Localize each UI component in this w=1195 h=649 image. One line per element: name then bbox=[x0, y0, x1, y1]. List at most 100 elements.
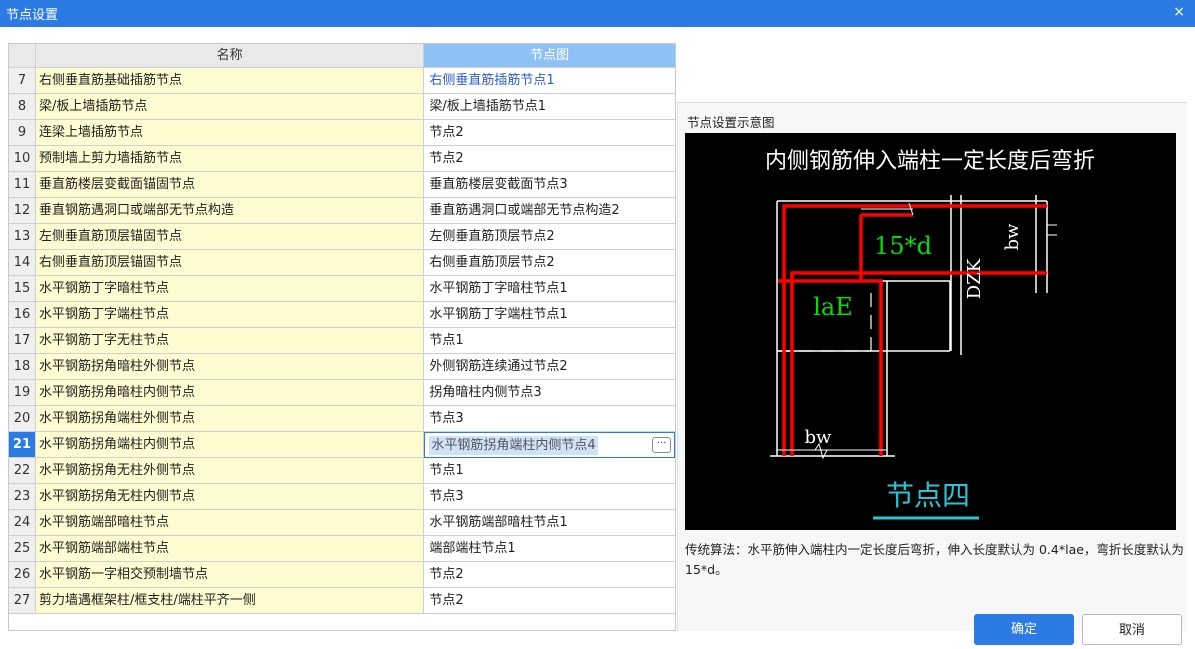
node-cell[interactable]: 水平钢筋端部暗柱节点1 bbox=[424, 510, 675, 536]
table-row[interactable]: 24 水平钢筋端部暗柱节点 水平钢筋端部暗柱节点1 bbox=[9, 510, 675, 536]
table-row[interactable]: 19 水平钢筋拐角暗柱内侧节点 拐角暗柱内侧节点3 bbox=[9, 380, 675, 406]
name-cell[interactable]: 水平钢筋拐角无柱内侧节点 bbox=[35, 484, 425, 510]
row-number[interactable]: 9 bbox=[9, 120, 36, 146]
table-row[interactable]: 20 水平钢筋拐角端柱外侧节点 节点3 bbox=[9, 406, 675, 432]
algorithm-description: 传统算法：水平筋伸入端柱内一定长度后弯折，伸入长度默认为 0.4*lae，弯折长… bbox=[685, 542, 1184, 577]
node-cell[interactable]: 右侧垂直筋插筋节点1 bbox=[424, 68, 675, 94]
node-cell[interactable]: 垂直筋遇洞口或端部无节点构造2 bbox=[424, 198, 675, 224]
row-number[interactable]: 7 bbox=[9, 68, 36, 94]
node-cell[interactable]: 端部端柱节点1 bbox=[424, 536, 675, 562]
table-row[interactable]: 15 水平钢筋丁字暗柱节点 水平钢筋丁字暗柱节点1 bbox=[9, 276, 675, 302]
row-number[interactable]: 10 bbox=[9, 146, 36, 172]
name-cell[interactable]: 水平钢筋拐角端柱内侧节点 bbox=[35, 432, 425, 458]
table-header: 名称 节点图 bbox=[9, 44, 675, 68]
row-number[interactable]: 24 bbox=[9, 510, 36, 536]
row-number[interactable]: 13 bbox=[9, 224, 36, 250]
table-row[interactable]: 27 剪力墙遇框架柱/框支柱/端柱平齐一侧 节点2 bbox=[9, 588, 675, 614]
table-row[interactable]: 26 水平钢筋一字相交预制墙节点 节点2 bbox=[9, 562, 675, 588]
name-cell[interactable]: 水平钢筋拐角暗柱外侧节点 bbox=[35, 354, 425, 380]
table-row[interactable]: 16 水平钢筋丁字端柱节点 水平钢筋丁字端柱节点1 bbox=[9, 302, 675, 328]
node-column-header[interactable]: 节点图 bbox=[424, 44, 675, 68]
name-cell[interactable]: 预制墙上剪力墙插筋节点 bbox=[35, 146, 425, 172]
dialog-body: 名称 节点图 7 右侧垂直筋基础插筋节点 右侧垂直筋插筋节点1 8 梁/板上墙插筋节点梁… bbox=[0, 27, 1195, 649]
name-cell[interactable]: 水平钢筋拐角暗柱内侧节点 bbox=[35, 380, 425, 406]
node-cell-input[interactable]: 水平钢筋拐角端柱内侧节点4 bbox=[429, 436, 598, 455]
table-row[interactable]: 10 预制墙上剪力墙插筋节点 节点2 bbox=[9, 146, 675, 172]
name-cell[interactable]: 水平钢筋丁字无柱节点 bbox=[35, 328, 425, 354]
row-number[interactable]: 20 bbox=[9, 406, 36, 432]
name-cell[interactable]: 右侧垂直筋基础插筋节点 bbox=[35, 68, 425, 94]
node-cell[interactable]: 水平钢筋丁字暗柱节点1 bbox=[424, 276, 675, 302]
row-number[interactable]: 25 bbox=[9, 536, 36, 562]
node-cell[interactable]: 节点2 bbox=[424, 588, 675, 614]
node-cell[interactable]: 节点1 bbox=[424, 328, 675, 354]
row-number[interactable]: 27 bbox=[9, 588, 36, 614]
name-cell[interactable]: 垂直钢筋遇洞口或端部无节点构造 bbox=[35, 198, 425, 224]
row-number[interactable]: 15 bbox=[9, 276, 36, 302]
more-options-icon[interactable]: ··· bbox=[652, 437, 671, 453]
name-cell[interactable]: 连梁上墙插筋节点 bbox=[35, 120, 425, 146]
cancel-button[interactable]: 取消 bbox=[1082, 614, 1182, 645]
node-cell[interactable]: 外侧钢筋连续通过节点2 bbox=[424, 354, 675, 380]
preview-panel: 节点设置示意图 内侧钢筋伸入端柱一定长度后弯折 15*d laE DZK bw … bbox=[677, 103, 1187, 631]
table-row[interactable]: 17 水平钢筋丁字无柱节点 节点1 bbox=[9, 328, 675, 354]
node-cell[interactable]: 节点2 bbox=[424, 146, 675, 172]
name-cell[interactable]: 水平钢筋端部端柱节点 bbox=[35, 536, 425, 562]
row-number[interactable]: 21 bbox=[9, 432, 36, 458]
title-bar: 节点设置 × bbox=[0, 0, 1195, 27]
name-cell[interactable]: 剪力墙遇框架柱/框支柱/端柱平齐一侧 bbox=[35, 588, 425, 614]
table-row[interactable]: 9 连梁上墙插筋节点 节点2 bbox=[9, 120, 675, 146]
table-row[interactable]: 8 梁/板上墙插筋节点 梁/板上墙插筋节点1 bbox=[9, 94, 675, 120]
table-row[interactable]: 25 水平钢筋端部端柱节点 端部端柱节点1 bbox=[9, 536, 675, 562]
name-cell[interactable]: 水平钢筋丁字端柱节点 bbox=[35, 302, 425, 328]
name-column-header[interactable]: 名称 bbox=[35, 44, 425, 68]
row-number[interactable]: 11 bbox=[9, 172, 36, 198]
name-cell[interactable]: 水平钢筋一字相交预制墙节点 bbox=[35, 562, 425, 588]
row-number[interactable]: 26 bbox=[9, 562, 36, 588]
node-cell[interactable]: 梁/板上墙插筋节点1 bbox=[424, 94, 675, 120]
node-cell[interactable]: 节点3 bbox=[424, 406, 675, 432]
row-number[interactable]: 8 bbox=[9, 94, 36, 120]
row-number[interactable]: 14 bbox=[9, 250, 36, 276]
row-number[interactable]: 23 bbox=[9, 484, 36, 510]
node-cell[interactable]: 拐角暗柱内侧节点3 bbox=[424, 380, 675, 406]
row-number[interactable]: 16 bbox=[9, 302, 36, 328]
name-cell[interactable]: 垂直筋楼层变截面锚固节点 bbox=[35, 172, 425, 198]
node-cell[interactable]: 左侧垂直筋顶层节点2 bbox=[424, 224, 675, 250]
table-row[interactable]: 12 垂直钢筋遇洞口或端部无节点构造 垂直筋遇洞口或端部无节点构造2 bbox=[9, 198, 675, 224]
table-row[interactable]: 14 右侧垂直筋顶层锚固节点 右侧垂直筋顶层节点2 bbox=[9, 250, 675, 276]
table-row[interactable]: 18 水平钢筋拐角暗柱外侧节点 外侧钢筋连续通过节点2 bbox=[9, 354, 675, 380]
node-cell[interactable]: 节点2 bbox=[424, 120, 675, 146]
node-cell-editor[interactable]: 水平钢筋拐角端柱内侧节点4 ··· bbox=[424, 432, 675, 458]
name-cell[interactable]: 左侧垂直筋顶层锚固节点 bbox=[35, 224, 425, 250]
ok-button[interactable]: 确定 bbox=[974, 614, 1074, 645]
name-cell[interactable]: 右侧垂直筋顶层锚固节点 bbox=[35, 250, 425, 276]
name-cell[interactable]: 梁/板上墙插筋节点 bbox=[35, 94, 425, 120]
window-title: 节点设置 bbox=[6, 8, 59, 23]
name-cell[interactable]: 水平钢筋丁字暗柱节点 bbox=[35, 276, 425, 302]
row-number[interactable]: 19 bbox=[9, 380, 36, 406]
table-row[interactable]: 23 水平钢筋拐角无柱内侧节点 节点3 bbox=[9, 484, 675, 510]
row-number[interactable]: 18 bbox=[9, 354, 36, 380]
close-icon[interactable]: × bbox=[1173, 4, 1185, 20]
table-row[interactable]: 13 左侧垂直筋顶层锚固节点 左侧垂直筋顶层节点2 bbox=[9, 224, 675, 250]
name-cell[interactable]: 水平钢筋拐角无柱外侧节点 bbox=[35, 458, 425, 484]
name-cell[interactable]: 水平钢筋端部暗柱节点 bbox=[35, 510, 425, 536]
table-row[interactable]: 21 水平钢筋拐角端柱内侧节点 水平钢筋拐角端柱内侧节点4 ··· bbox=[9, 432, 675, 458]
label-bw-bottom: bw bbox=[805, 427, 833, 448]
table-row[interactable]: 11 垂直筋楼层变截面锚固节点 垂直筋楼层变截面节点3 bbox=[9, 172, 675, 198]
node-cell[interactable]: 水平钢筋丁字端柱节点1 bbox=[424, 302, 675, 328]
row-number[interactable]: 17 bbox=[9, 328, 36, 354]
name-cell[interactable]: 水平钢筋拐角端柱外侧节点 bbox=[35, 406, 425, 432]
node-diagram: 内侧钢筋伸入端柱一定长度后弯折 15*d laE DZK bw bw 节点四 bbox=[685, 133, 1176, 530]
node-cell[interactable]: 节点1 bbox=[424, 458, 675, 484]
node-cell[interactable]: 节点3 bbox=[424, 484, 675, 510]
table-row[interactable]: 7 右侧垂直筋基础插筋节点 右侧垂直筋插筋节点1 bbox=[9, 68, 675, 94]
row-number[interactable]: 22 bbox=[9, 458, 36, 484]
row-number[interactable]: 12 bbox=[9, 198, 36, 224]
node-cell[interactable]: 垂直筋楼层变截面节点3 bbox=[424, 172, 675, 198]
diagram-caption: 节点四 bbox=[886, 479, 970, 512]
node-cell[interactable]: 右侧垂直筋顶层节点2 bbox=[424, 250, 675, 276]
node-cell[interactable]: 节点2 bbox=[424, 562, 675, 588]
table-row[interactable]: 22 水平钢筋拐角无柱外侧节点 节点1 bbox=[9, 458, 675, 484]
